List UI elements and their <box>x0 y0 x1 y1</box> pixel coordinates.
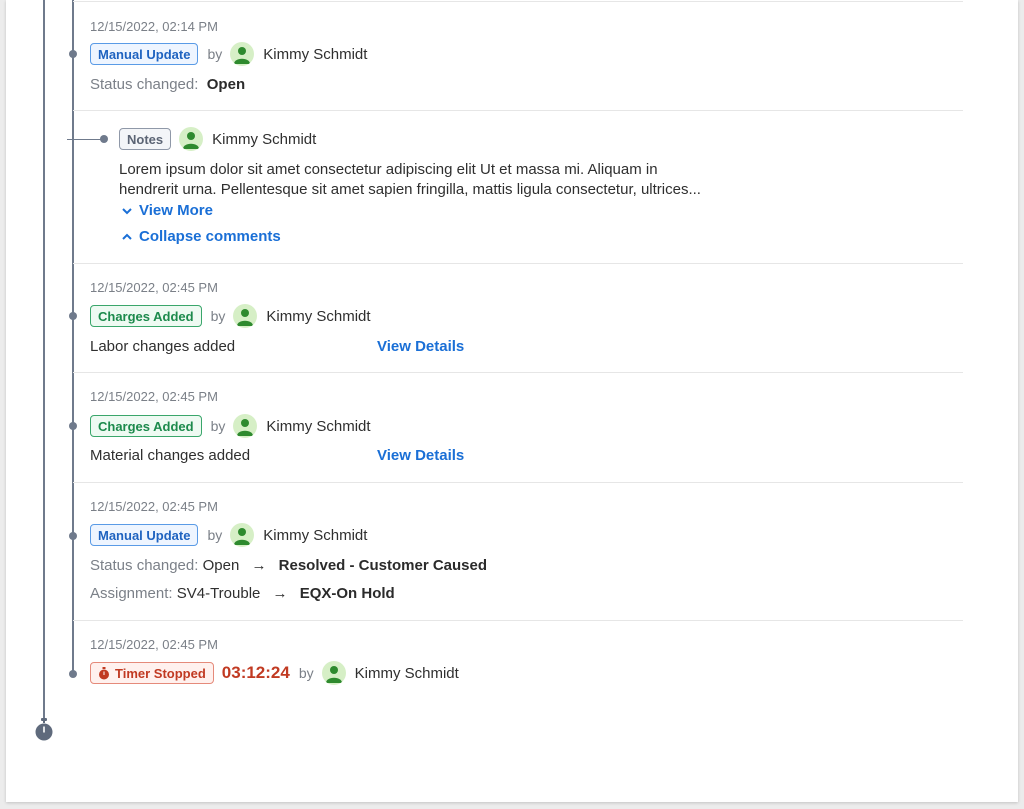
status-to: Resolved - Customer Caused <box>278 557 488 574</box>
entry-timestamp: 12/15/2022, 02:45 PM <box>90 389 218 404</box>
divider <box>73 1 963 2</box>
divider <box>73 110 963 111</box>
timer-stopped-badge: Timer Stopped <box>90 662 214 684</box>
chevron-up-icon <box>122 233 132 240</box>
user-name[interactable]: Kimmy Schmidt <box>212 131 316 148</box>
timer-value: 03:12:24 <box>221 663 290 682</box>
stopwatch-icon <box>99 666 109 679</box>
timeline-dot <box>100 135 108 143</box>
manual-update-badge: Manual Update <box>90 524 199 546</box>
by-label: by <box>210 308 226 324</box>
user-avatar-icon <box>230 523 255 547</box>
status-value: Open <box>206 76 246 93</box>
entry-timestamp: 12/15/2022, 02:45 PM <box>90 637 218 652</box>
entry-header: Manual Update by Kimmy Schmidt <box>90 522 367 548</box>
timeline-outer-line <box>43 0 45 722</box>
manual-update-badge: Manual Update <box>90 43 199 65</box>
timeline-inner-line <box>72 0 74 676</box>
entry-header: Charges Added by Kimmy Schmidt <box>90 303 371 329</box>
chevron-down-icon <box>122 207 132 214</box>
notes-badge: Notes <box>119 128 172 150</box>
entry-timestamp: 12/15/2022, 02:14 PM <box>90 19 218 34</box>
user-avatar-icon <box>321 661 346 685</box>
status-change-line: Status changed: Open → Resolved - Custom… <box>90 557 487 574</box>
assignment-change-line: Assignment: SV4-Trouble → EQX-On Hold <box>90 585 395 602</box>
timer-stopped-label: Timer Stopped <box>115 665 206 681</box>
by-label: by <box>207 46 223 62</box>
collapse-comments-link[interactable]: Collapse comments <box>121 228 281 245</box>
status-label: Status changed: <box>90 76 199 93</box>
user-name[interactable]: Kimmy Schmidt <box>266 308 370 325</box>
timeline-dot <box>69 312 77 320</box>
view-more-label: View More <box>139 202 213 219</box>
entry-timestamp: 12/15/2022, 02:45 PM <box>90 280 218 295</box>
view-more-link[interactable]: View More <box>121 202 213 219</box>
activity-timeline-card: 12/15/2022, 02:14 PM Manual Update by Ki… <box>6 0 1018 802</box>
collapse-comments-label: Collapse comments <box>139 228 281 245</box>
user-avatar-icon <box>233 304 258 328</box>
assignment-to: EQX-On Hold <box>299 585 395 602</box>
user-name[interactable]: Kimmy Schmidt <box>266 418 370 435</box>
timeline-dot <box>69 422 77 430</box>
divider <box>73 372 963 373</box>
user-name[interactable]: Kimmy Schmidt <box>355 665 459 682</box>
assignment-label: Assignment: <box>90 585 173 602</box>
notes-header: Notes Kimmy Schmidt <box>119 126 316 152</box>
divider <box>73 620 963 621</box>
user-name[interactable]: Kimmy Schmidt <box>263 46 367 63</box>
timeline-dot <box>69 50 77 58</box>
user-avatar-icon <box>233 414 258 438</box>
by-label: by <box>210 418 226 434</box>
user-name[interactable]: Kimmy Schmidt <box>263 527 367 544</box>
assignment-from: SV4-Trouble <box>176 585 261 602</box>
arrow-right-icon: → <box>251 557 267 574</box>
timeline-dot <box>69 532 77 540</box>
user-avatar-icon <box>179 127 204 151</box>
view-details-link[interactable]: View Details <box>377 338 464 355</box>
view-details-link[interactable]: View Details <box>377 447 464 464</box>
charges-added-badge: Charges Added <box>90 305 202 327</box>
status-from: Open <box>202 557 240 574</box>
entry-header: Timer Stopped 03:12:24 by Kimmy Schmidt <box>90 660 459 686</box>
divider <box>73 263 963 264</box>
notes-body-line-2: hendrerit urna. Pellentesque sit amet sa… <box>119 181 701 198</box>
timeline-dot <box>69 670 77 678</box>
status-label: Status changed: <box>90 557 199 574</box>
divider <box>73 482 963 483</box>
charges-description: Labor changes added <box>90 338 236 355</box>
arrow-right-icon: → <box>272 585 288 602</box>
notes-body-line-1: Lorem ipsum dolor sit amet consectetur a… <box>119 161 658 178</box>
status-change-line: Status changed: Open <box>90 76 245 93</box>
stopwatch-icon <box>35 718 53 741</box>
charges-description: Material changes added <box>90 447 251 464</box>
entry-header: Charges Added by Kimmy Schmidt <box>90 413 371 439</box>
entry-header: Manual Update by Kimmy Schmidt <box>90 41 367 67</box>
entry-timestamp: 12/15/2022, 02:45 PM <box>90 499 218 514</box>
by-label: by <box>298 665 314 681</box>
user-avatar-icon <box>230 42 255 66</box>
by-label: by <box>207 527 223 543</box>
charges-added-badge: Charges Added <box>90 415 202 437</box>
